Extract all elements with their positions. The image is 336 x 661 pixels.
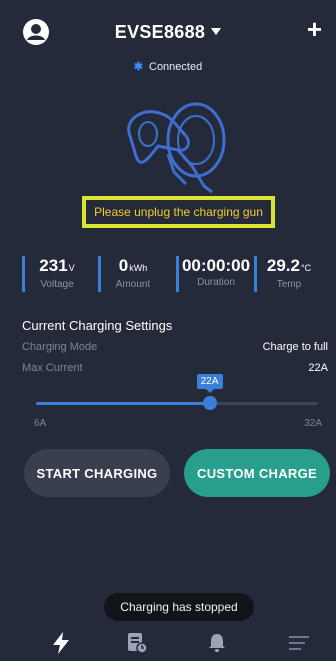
lightning-icon [53,632,69,654]
max-current-label: Max Current [22,362,83,374]
bell-icon [209,634,225,652]
voltage-label: Voltage [40,279,74,290]
records-icon [128,633,148,654]
stat-voltage: 231V Voltage [22,256,92,292]
unplug-notice: Please unplug the charging gun [82,196,275,228]
temp-unit: °C [300,263,312,273]
settings-title: Current Charging Settings [22,318,173,333]
add-device-button[interactable]: + [307,16,322,42]
nav-menu[interactable] [284,628,314,658]
caret-down-icon [211,28,222,35]
temp-label: Temp [276,279,302,290]
nav-charging[interactable] [46,628,76,658]
stat-divider [22,256,25,292]
voltage-unit: V [68,263,75,273]
slider-min-label: 6A [34,418,47,429]
slider-max-label: 32A [304,418,322,429]
nav-records[interactable] [122,628,152,658]
duration-label: Duration [197,277,235,288]
nav-notifications[interactable] [202,628,232,658]
custom-charge-button[interactable]: CUSTOM CHARGE [184,449,330,497]
charging-gun-illustration [112,96,244,204]
amount-unit: kWh [129,263,148,273]
stat-temp: 29.2°C Temp [254,256,324,292]
charging-mode-label: Charging Mode [22,341,98,353]
charging-mode-value[interactable]: Charge to full [263,341,328,353]
duration-value: 00:00:00 [181,256,251,275]
start-charging-button[interactable]: START CHARGING [24,449,170,497]
amount-label: Amount [115,279,151,290]
connection-status: ✱ Connected [0,60,336,73]
stat-amount: 0kWh Amount [98,256,168,292]
device-name: EVSE8688 [114,22,206,42]
voltage-value: 231 [39,256,68,275]
menu-icon [289,636,309,650]
stat-duration: 00:00:00 Duration [176,256,256,292]
max-current-value: 22A [308,362,328,374]
stat-divider [176,256,179,292]
bluetooth-icon: ✱ [133,61,143,73]
current-slider-fill [36,402,210,405]
stat-divider [98,256,101,292]
status-toast: Charging has stopped [104,593,254,621]
connection-status-text: Connected [149,61,203,73]
device-selector[interactable]: EVSE8688 [0,22,336,43]
bottom-nav [0,628,336,661]
charging-stats: 231V Voltage 0kWh Amount 00:00:00 Durati… [22,256,322,292]
temp-value: 29.2 [266,256,300,275]
current-slider-thumb[interactable] [202,396,217,410]
amount-value: 0 [118,256,129,275]
stat-divider [254,256,257,292]
current-slider-tooltip: 22A [196,374,223,393]
